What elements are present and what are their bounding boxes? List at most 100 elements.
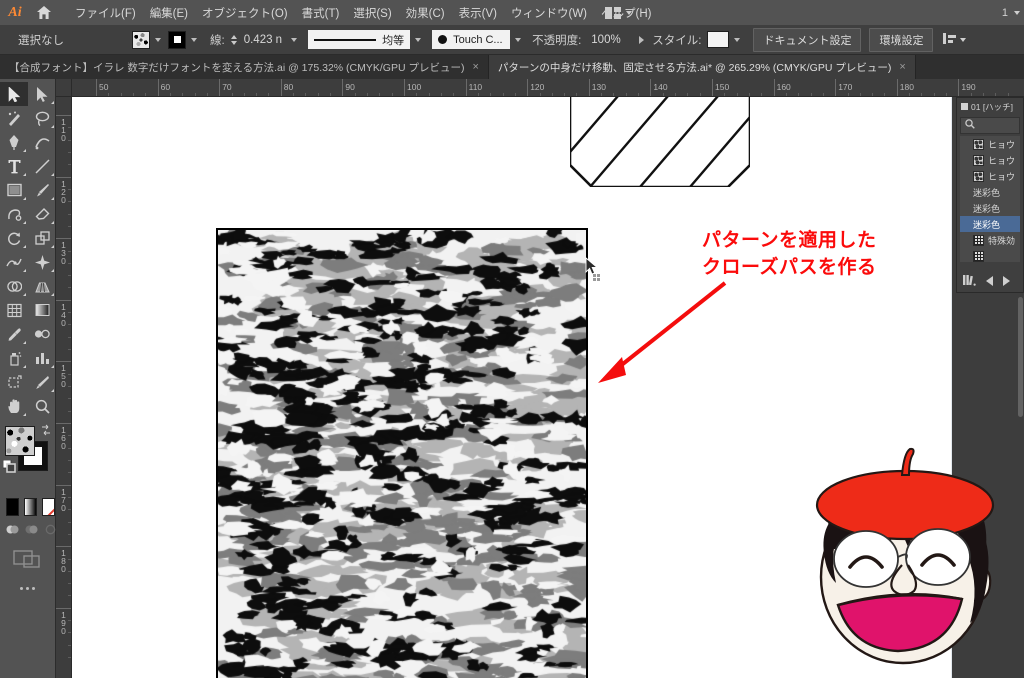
type-tool[interactable] [0, 154, 28, 178]
menu-type[interactable]: 書式(T) [295, 2, 347, 24]
stroke-dropdown-caret-icon[interactable] [191, 38, 197, 42]
mesh-tool[interactable] [0, 298, 28, 322]
shape-builder-tool[interactable] [0, 274, 28, 298]
search-input[interactable] [960, 117, 1020, 134]
menu-edit[interactable]: 編集(E) [143, 2, 195, 24]
column-graph-tool[interactable] [28, 346, 56, 370]
align-icon[interactable] [943, 32, 956, 48]
vertical-ruler[interactable]: 110120130140150160170180190 [56, 97, 72, 678]
fill-pattern-swatch[interactable] [5, 426, 35, 456]
scrollbar-thumb[interactable] [1018, 297, 1023, 417]
list-item[interactable] [960, 248, 1020, 262]
eraser-tool[interactable] [28, 202, 56, 226]
menu-select[interactable]: 選択(S) [346, 2, 398, 24]
magic-wand-tool[interactable] [0, 106, 28, 130]
stroke-weight-input[interactable]: 0.423 n [240, 32, 286, 48]
list-item[interactable]: 迷彩色 [960, 200, 1020, 216]
perspective-grid-tool[interactable] [28, 274, 56, 298]
document-tab-2[interactable]: パターンの中身だけ移動、固定させる方法.ai* @ 265.29% (CMYK/… [489, 55, 916, 79]
hatched-octagon-shape[interactable] [570, 97, 750, 190]
pen-tool[interactable] [0, 130, 28, 154]
brush-definition-select[interactable]: Touch C... [432, 30, 510, 49]
shaper-tool[interactable] [0, 202, 28, 226]
hand-tool[interactable] [0, 394, 28, 418]
change-screen-mode-icon[interactable] [0, 537, 55, 569]
menu-view[interactable]: 表示(V) [452, 2, 504, 24]
camouflage-pattern-rectangle[interactable] [216, 228, 588, 678]
paintbrush-tool[interactable] [28, 178, 56, 202]
curvature-tool[interactable] [28, 130, 56, 154]
swatch-library-menu-icon[interactable] [963, 274, 976, 289]
default-fill-stroke-icon[interactable] [3, 460, 16, 473]
workspace-caret-icon[interactable] [1014, 11, 1020, 15]
opacity-input[interactable]: 100% [587, 32, 635, 48]
close-icon[interactable]: × [899, 61, 905, 73]
rotate-tool[interactable] [0, 226, 28, 250]
tool-flyout-triangle-icon [23, 245, 26, 248]
document-tab-1[interactable]: 【合成フォント】イラレ 数字だけフォントを変える方法.ai @ 175.32% … [0, 55, 489, 79]
draw-behind-icon[interactable] [24, 522, 39, 537]
graphic-style-swatch[interactable] [707, 31, 729, 48]
arrange-documents-icon[interactable] [605, 7, 621, 19]
lasso-tool[interactable] [28, 106, 56, 130]
fill-dropdown-caret-icon[interactable] [155, 38, 161, 42]
vertical-scrollbar[interactable] [1017, 293, 1024, 678]
close-icon[interactable]: × [472, 61, 478, 73]
illustrator-window: Ai ファイル(F) 編集(E) オブジェクト(O) 書式(T) 選択(S) 効… [0, 0, 1024, 678]
swap-fill-stroke-icon[interactable] [40, 424, 52, 436]
stroke-swatch[interactable] [168, 31, 186, 49]
stroke-profile-caret-icon[interactable] [415, 38, 421, 42]
stroke-weight-stepper[interactable] [231, 35, 237, 45]
stroke-profile-select[interactable]: 均等 [308, 30, 410, 49]
list-item[interactable]: 特殊効 [960, 232, 1020, 248]
menu-effect[interactable]: 効果(C) [399, 2, 452, 24]
opacity-options-icon[interactable] [639, 36, 644, 44]
menu-file[interactable]: ファイル(F) [68, 2, 143, 24]
menu-window[interactable]: ウィンドウ(W) [504, 2, 594, 24]
swatch-list[interactable]: ヒョウ ヒョウ ヒョウ 迷彩色 迷彩色 迷彩色 特殊効 [960, 136, 1020, 262]
ruler-corner[interactable] [56, 79, 72, 97]
scale-tool[interactable] [28, 226, 56, 250]
artboard-tool[interactable] [0, 370, 28, 394]
horizontal-ruler[interactable]: 5060708090100110120130140150160170180190 [72, 79, 1024, 97]
list-item[interactable]: ヒョウ [960, 152, 1020, 168]
list-item-selected[interactable]: 迷彩色 [960, 216, 1020, 232]
width-tool[interactable] [0, 250, 28, 274]
document-setup-button[interactable]: ドキュメント設定 [753, 28, 861, 52]
previous-arrow-icon[interactable] [986, 276, 993, 286]
stroke-weight-caret-icon[interactable] [291, 38, 297, 42]
list-item[interactable]: ヒョウ [960, 136, 1020, 152]
home-icon[interactable] [30, 0, 58, 25]
canvas-area[interactable]: パターンを適用した クローズパスを作る [72, 97, 1024, 678]
free-transform-tool[interactable] [28, 250, 56, 274]
symbol-sprayer-tool[interactable] [0, 346, 28, 370]
arrange-dropdown-caret-icon[interactable] [626, 11, 632, 15]
next-arrow-icon[interactable] [1003, 276, 1010, 286]
fill-swatch-pattern[interactable] [132, 31, 150, 49]
ruler-tick [774, 79, 775, 97]
blend-tool[interactable] [28, 322, 56, 346]
edit-toolbar-icon[interactable] [0, 569, 55, 590]
list-item[interactable]: 迷彩色 [960, 184, 1020, 200]
draw-normal-icon[interactable] [5, 522, 20, 537]
ruler-label: 180 [59, 549, 68, 573]
zoom-tool[interactable] [28, 394, 56, 418]
preferences-button[interactable]: 環境設定 [869, 28, 933, 52]
align-caret-icon[interactable] [960, 38, 966, 42]
slice-tool[interactable] [28, 370, 56, 394]
brush-caret-icon[interactable] [515, 38, 521, 42]
panel-header[interactable]: 01 [ハッチ] [957, 98, 1023, 115]
style-caret-icon[interactable] [734, 38, 740, 42]
none-swatch-button[interactable] [42, 498, 55, 516]
list-item[interactable]: ヒョウ [960, 168, 1020, 184]
gradient-tool[interactable] [28, 298, 56, 322]
rectangle-tool[interactable] [0, 178, 28, 202]
selection-tool[interactable] [0, 82, 28, 106]
line-segment-tool[interactable] [28, 154, 56, 178]
cartoon-face-illustration[interactable] [790, 437, 1020, 678]
direct-selection-tool[interactable] [28, 82, 56, 106]
menu-object[interactable]: オブジェクト(O) [195, 2, 295, 24]
eyedropper-tool[interactable] [0, 322, 28, 346]
color-swatch-button[interactable] [6, 498, 19, 516]
gradient-swatch-button[interactable] [24, 498, 37, 516]
